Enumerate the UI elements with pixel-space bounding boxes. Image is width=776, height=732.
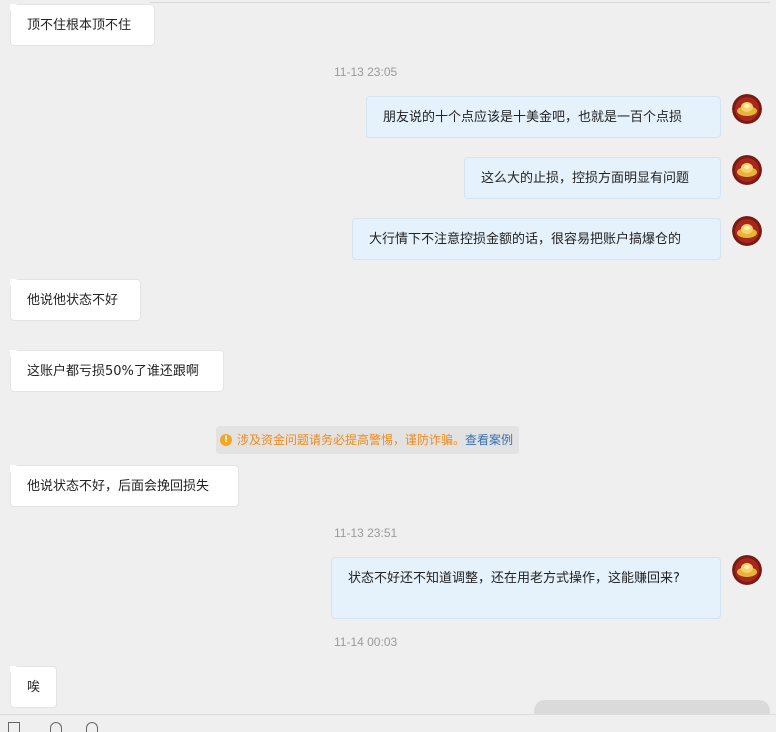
user-avatar[interactable] [732,216,762,246]
message-bubble-received[interactable]: 他说他状态不好 [10,279,141,321]
message-bubble-sent[interactable]: 状态不好还不知道调整，还在用老方式操作，这能赚回来? [331,557,728,619]
message-bubble-sent[interactable]: 朋友说的十个点应该是十美金吧，也就是一百个点损 [366,96,728,138]
user-avatar[interactable] [732,555,762,585]
warning-icon: ! [220,434,232,446]
screenshot-icon[interactable] [86,722,98,732]
warning-text: 涉及资金问题请务必提高警惕，谨防诈骗。 [237,433,466,447]
view-cases-link[interactable]: 查看案例 [465,426,513,454]
gold-ingot-avatar-icon [732,94,762,124]
message-bubble-received[interactable]: 唉 [10,666,57,708]
gold-ingot-avatar-icon [732,155,762,185]
message-text: 顶不住根本顶不住 [27,18,132,33]
top-divider [150,2,770,3]
input-toolbar [0,714,776,732]
message-bubble-sent[interactable]: 这么大的止损，控损方面明显有问题 [464,157,728,199]
message-text: 他说状态不好，后面会挽回损失 [27,479,210,494]
user-avatar[interactable] [732,155,762,185]
message-text: 朋友说的十个点应该是十美金吧，也就是一百个点损 [383,110,683,125]
message-bubble-received[interactable]: 顶不住根本顶不住 [10,4,155,46]
message-text: 大行情下不注意控损金额的话，很容易把账户搞爆仓的 [369,232,682,247]
chat-message-area[interactable]: 顶不住根本顶不住 11-13 23:05 朋友说的十个点应该是十美金吧，也就是一… [0,0,776,732]
message-text: 唉 [27,680,41,695]
message-timestamp: 11-14 00:03 [334,635,398,649]
message-timestamp: 11-13 23:51 [334,526,398,540]
message-text: 这么大的止损，控损方面明显有问题 [481,171,690,186]
emoji-icon[interactable] [8,722,20,732]
message-text: 状态不好还不知道调整，还在用老方式操作，这能赚回来? [348,571,680,586]
user-avatar[interactable] [732,94,762,124]
message-timestamp: 11-13 23:05 [334,65,398,79]
message-text: 他说他状态不好 [27,293,119,308]
gold-ingot-avatar-icon [732,216,762,246]
attachment-icon[interactable] [50,722,62,732]
message-bubble-received[interactable]: 这账户都亏损50%了谁还跟啊 [10,350,224,392]
gold-ingot-avatar-icon [732,555,762,585]
message-bubble-received[interactable]: 他说状态不好，后面会挽回损失 [10,465,239,507]
message-text: 这账户都亏损50%了谁还跟啊 [27,364,199,379]
fraud-warning-notice: ! 涉及资金问题请务必提高警惕，谨防诈骗。 查看案例 [216,426,520,454]
message-bubble-sent[interactable]: 大行情下不注意控损金额的话，很容易把账户搞爆仓的 [352,218,728,260]
